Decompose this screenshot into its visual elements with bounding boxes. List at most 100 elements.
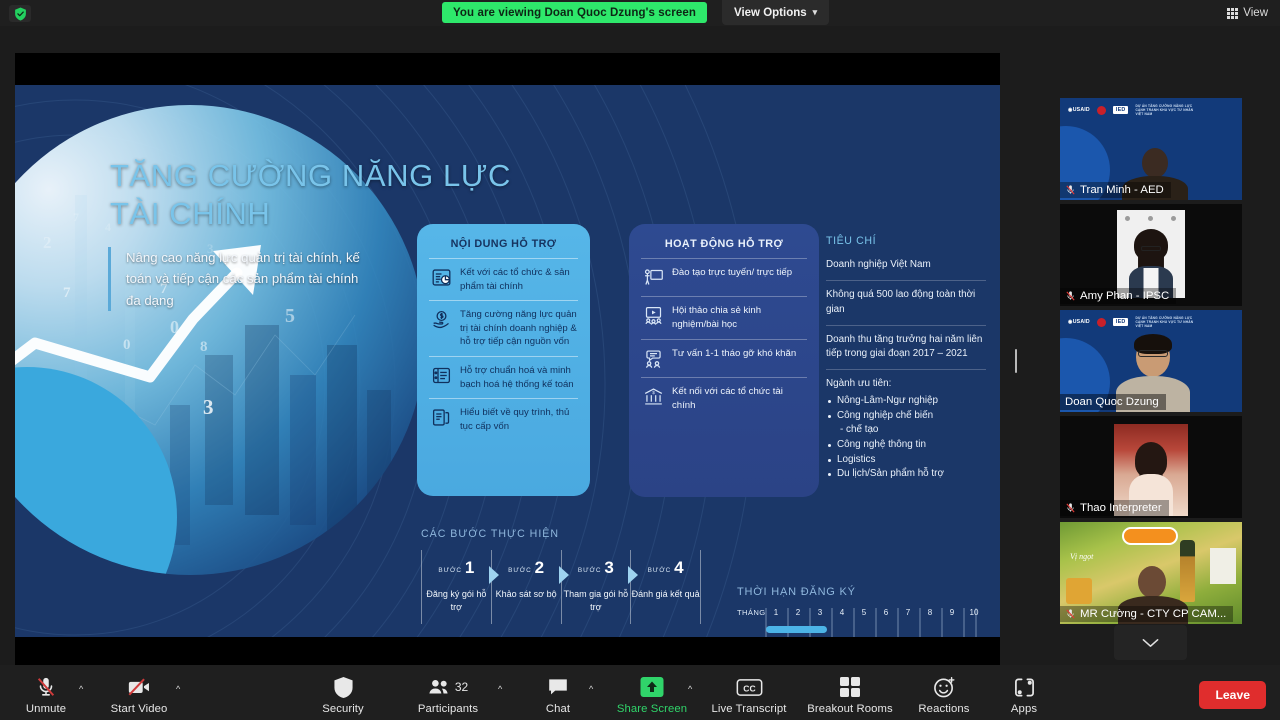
participant-tile-thao-interpreter[interactable]: Thao Interpreter [1060,416,1242,518]
step-desc: Khảo sát sơ bộ [495,589,557,599]
participants-caret-icon[interactable]: ^ [498,684,502,694]
toolbar-breakout-rooms-button[interactable]: Breakout Rooms [802,675,898,715]
steps-row: BƯỚC 1 Đăng ký gói hỗ trợ BƯỚC 2 Khảo sát … [421,550,701,624]
toolbar-chat-label: Chat [545,703,571,715]
card-support-activities-heading: HOẠT ĐỘNG HỖ TRỢ [664,238,784,250]
slide-subtitle: Nâng cao năng lực quản trị tài chính, kế… [126,250,360,308]
shield-icon [333,675,354,699]
zoom-meeting-window: You are viewing Doan Quoc Dzung's screen… [0,0,1280,720]
support-activity-item: Hội thảo chia sẻ kinh nghiệm/bài học [641,296,807,339]
usaid-logos: ◉USAID IED DỰ ÁN TĂNG CƯỜNG NĂNG LỰC CẠN… [1068,104,1197,116]
timeline-heading: THỜI HẠN ĐĂNG KÝ [737,586,856,598]
program-title-text: DỰ ÁN TĂNG CƯỜNG NĂNG LỰC CẠNH TRANH KHU… [1135,316,1194,328]
participant-name-tag: Amy Phan - IPSC [1060,288,1177,304]
participants-count: 32 [454,680,469,694]
camsa-brand-logo [1122,527,1178,545]
support-activity-item-text: Kết nối với các tổ chức tài chính [672,385,783,411]
criteria-item: Doanh nghiệp Việt Nam [826,251,986,281]
participant-video-strip: ◉USAID IED DỰ ÁN TĂNG CƯỜNG NĂNG LỰC CẠN… [1060,98,1242,628]
chat-caret-icon[interactable]: ^ [589,684,593,694]
view-button-label: View [1243,7,1268,19]
step-word: BƯỚC [647,567,672,574]
strip-scroll-down-button[interactable] [1114,625,1187,660]
participant-tile-mr-cuong[interactable]: Vị ngọt MR Cường - CTY CP CAM... [1060,522,1242,624]
glasses-icon [1138,350,1168,357]
card-support-activities: HOẠT ĐỘNG HỖ TRỢ Đào tạo trực tuyến/ trự… [629,224,819,497]
toolbar-security-button[interactable]: Security [295,675,391,715]
participant-tile-doan-quoc-dzung[interactable]: ◉USAID IED DỰ ÁN TĂNG CƯỜNG NĂNG LỰC CẠN… [1060,310,1242,412]
toolbar-start-video-label: Start Video [110,703,168,715]
toolbar-participants-button[interactable]: 32 Participants [400,675,496,715]
view-layout-button[interactable]: View [1223,4,1272,22]
toolbar-security-label: Security [322,703,364,715]
viewing-screen-banner: You are viewing Doan Quoc Dzung's screen [442,2,707,23]
toolbar-chat-button[interactable]: Chat [510,675,606,715]
step-number: 1 [464,558,475,578]
chevron-down-icon [1142,638,1159,647]
panel-resize-handle[interactable] [1012,348,1019,374]
step-item: BƯỚC 4 Đánh giá kết quả [630,550,701,624]
svg-text:CC: CC [743,683,755,693]
product-thumb [1210,548,1236,584]
view-options-button[interactable]: View Options ▾ [722,0,830,25]
participant-tile-tran-minh[interactable]: ◉USAID IED DỰ ÁN TĂNG CƯỜNG NĂNG LỰC CẠN… [1060,98,1242,200]
leave-meeting-button[interactable]: Leave [1199,681,1266,709]
support-content-item: Hỗ trợ chuẩn hoá và minh bạch hoá hệ thố… [429,356,578,398]
toolbar-share-screen-button[interactable]: Share Screen [604,675,700,715]
toolbar-apps-label: Apps [1010,703,1038,715]
viewing-screen-text: You are viewing Doan Quoc Dzung's screen [453,6,696,19]
step-word: BƯỚC [577,567,602,574]
audio-options-caret-icon[interactable]: ^ [79,684,83,694]
step-item: BƯỚC 2 Khảo sát sơ bộ [490,550,569,624]
participant-name: Tran Minh - AED [1080,184,1164,196]
bank-icon: $ [642,386,664,408]
presenter-board-icon [642,267,664,289]
step-desc: Tham gia gói hỗ trợ [563,589,629,613]
report-chart-icon [430,267,452,289]
step-item: BƯỚC 3 Tham gia gói hỗ trợ [560,550,639,624]
bottle-art [1180,540,1195,602]
toolbar-live-transcript-button[interactable]: CC Live Transcript [701,675,797,715]
participant-tile-amy-phan[interactable]: Amy Phan - IPSC [1060,204,1242,306]
toolbar-share-screen-label: Share Screen [616,703,688,715]
video-options-caret-icon[interactable]: ^ [176,684,180,694]
toolbar-apps-button[interactable]: Apps [976,675,1072,715]
toolbar-unmute-label: Unmute [25,703,67,715]
video-workshop-icon [642,305,664,327]
toolbar-participants-label: Participants [417,703,479,715]
encryption-badge[interactable] [9,5,31,22]
consult-chat-icon [642,348,664,370]
criteria-priority-item: Du lịch/Sản phẩm hỗ trợ [826,467,986,482]
shield-check-icon [14,7,26,20]
smiley-plus-icon [933,675,956,699]
criteria-priority-list: Nông-Lâm-Ngư nghiệp Công nghiệp chế biến… [826,394,986,482]
toolbar-start-video-button[interactable]: Start Video [91,675,187,715]
toolbar-unmute-button[interactable]: Unmute [0,675,94,715]
mic-off-icon [1066,609,1075,619]
step-number: 4 [674,558,684,578]
shared-screen-stage[interactable]: 2 7 7 0 0 8 3 5 3 4 7 TĂNG CƯỜNG NĂNG LỰ… [15,53,1000,665]
share-caret-icon[interactable]: ^ [688,684,692,694]
step-desc: Đăng ký gói hỗ trợ [426,589,487,613]
checklist-icon [430,365,452,387]
toolbar-live-transcript-label: Live Transcript [711,703,787,715]
slide-title-line1: TĂNG CƯỜNG NĂNG LỰC [110,158,511,193]
step-word: BƯỚC [508,567,532,574]
participant-name: Thao Interpreter [1080,502,1162,514]
criteria-item: Doanh thu tăng trưởng hai năm liên tiếp … [826,326,986,371]
criteria-item: Không quá 500 lao động toàn thời gian [826,281,986,326]
meeting-toolbar: Unmute ^ Start Video ^ Security 32 Parti… [0,665,1280,720]
toolbar-reactions-label: Reactions [918,703,970,715]
grid-icon [1227,7,1239,19]
svg-text:$: $ [652,390,655,396]
support-activity-item: Tư vấn 1-1 tháo gỡ khó khăn [641,338,807,377]
timeline-bar-dot1 [766,626,827,633]
ied-logo: IED [1112,318,1129,326]
hand-coin-icon [430,309,452,331]
support-content-item: Kết với các tổ chức & sản phẩm tài chính [429,258,578,300]
usaid-logos: ◉USAID IED DỰ ÁN TĂNG CƯỜNG NĂNG LỰC CẠN… [1068,316,1197,328]
criteria-priority-item: Công nghiệp chế biến [826,409,986,424]
participant-name-tag: MR Cường - CTY CP CAM... [1060,606,1234,622]
view-options-label: View Options [734,6,807,19]
share-up-arrow-icon [639,675,665,699]
